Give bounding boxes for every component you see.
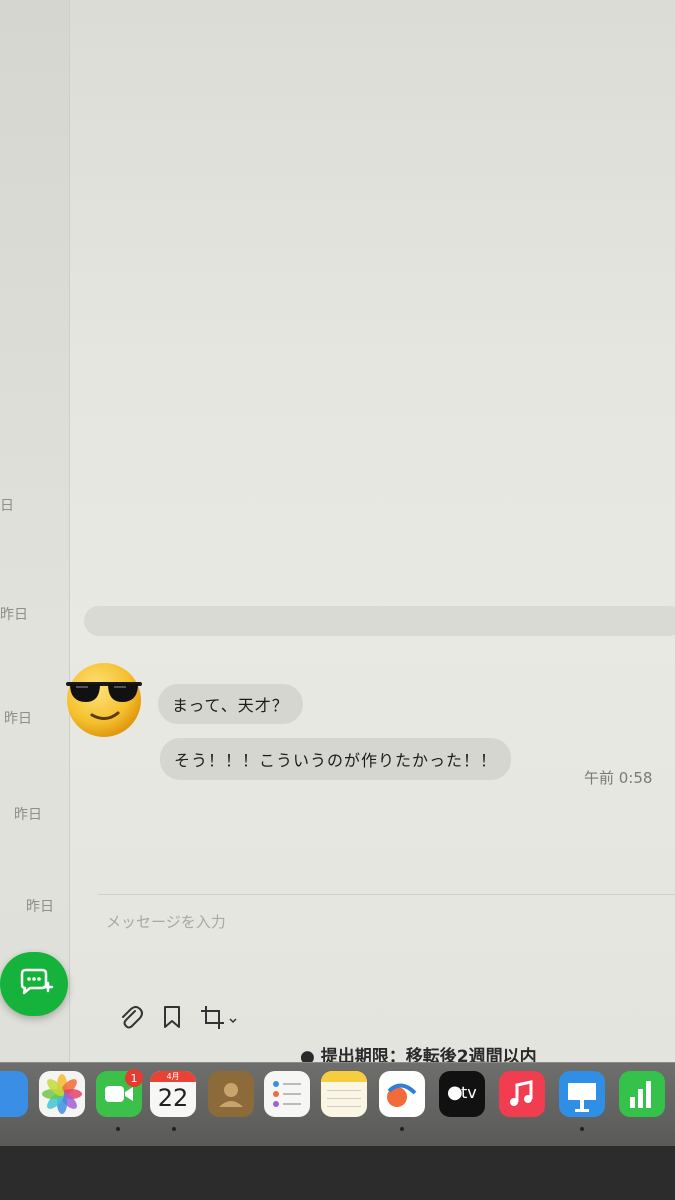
notification-badge: 1 xyxy=(125,1069,143,1087)
chat-window: 日 昨日 昨日 昨日 昨日 まって、天才？ そう！！！こういうのが作りたかった！… xyxy=(0,0,675,1062)
freeform-icon[interactable] xyxy=(379,1071,425,1117)
chat-list-date: 昨日 xyxy=(0,607,28,623)
reminders-icon[interactable] xyxy=(264,1071,310,1117)
notes-icon[interactable] xyxy=(321,1071,367,1117)
chat-list-sidebar: 日 昨日 昨日 昨日 昨日 xyxy=(0,0,70,1062)
calendar-icon[interactable]: 4月 22 xyxy=(150,1071,196,1117)
attach-icon[interactable] xyxy=(116,1003,144,1031)
chat-list-date: 昨日 xyxy=(14,807,42,823)
avatar[interactable] xyxy=(64,660,144,740)
maps-icon[interactable] xyxy=(0,1071,28,1117)
running-indicator xyxy=(116,1127,120,1131)
date-separator xyxy=(84,606,675,636)
new-chat-icon xyxy=(20,968,54,995)
running-indicator xyxy=(580,1127,584,1131)
message-timestamp: 午前 0:58 xyxy=(584,769,653,787)
message-input[interactable] xyxy=(106,909,646,935)
message-text: そう！！！こういうのが作りたかった！！ xyxy=(174,751,498,770)
message-bubble: まって、天才？ xyxy=(158,684,303,724)
message-text: まって、天才？ xyxy=(172,696,289,715)
calendar-month: 4月 xyxy=(150,1071,196,1082)
tv-label: tv xyxy=(461,1083,477,1102)
numbers-icon[interactable] xyxy=(619,1071,665,1117)
chat-list-date: 日 xyxy=(0,498,14,514)
running-indicator xyxy=(400,1127,404,1131)
screenshot-icon[interactable] xyxy=(198,1003,240,1031)
message-bubble: そう！！！こういうのが作りたかった！！ xyxy=(160,738,512,780)
keynote-icon[interactable] xyxy=(559,1071,605,1117)
contacts-icon[interactable] xyxy=(208,1071,254,1117)
music-icon[interactable] xyxy=(499,1071,545,1117)
laptop-bezel xyxy=(0,1146,675,1200)
chat-list-date: 昨日 xyxy=(26,899,54,915)
dock: 4月 22 ● tv xyxy=(0,1062,675,1146)
photos-icon[interactable] xyxy=(39,1071,85,1117)
chat-list-date: 昨日 xyxy=(4,711,32,727)
apple-tv-icon[interactable]: ● tv xyxy=(439,1071,485,1117)
bookmark-icon[interactable] xyxy=(158,1003,186,1031)
calendar-day: 22 xyxy=(157,1084,189,1112)
new-chat-button[interactable] xyxy=(0,952,68,1016)
running-indicator xyxy=(172,1127,176,1131)
